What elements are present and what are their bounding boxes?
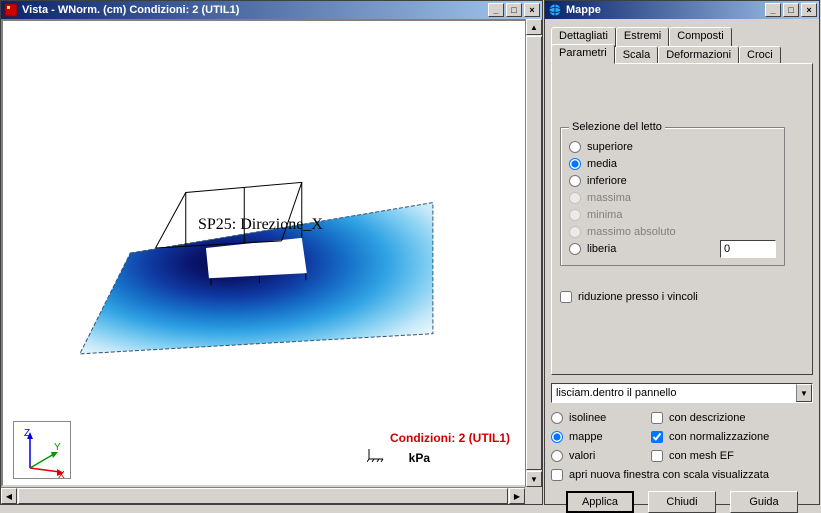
- smoothing-combo[interactable]: lisciam.dentro il pannello ▼: [551, 383, 813, 403]
- group-selezione-letto: Selezione del letto superiore media infe…: [560, 127, 785, 266]
- vista-titlebar[interactable]: Vista - WNorm. (cm) Condizioni: 2 (UTIL1…: [1, 1, 542, 19]
- tabrow-back: Dettagliati Estremi Composti: [551, 25, 813, 45]
- minimize-button[interactable]: _: [488, 3, 504, 17]
- group-title: Selezione del letto: [569, 121, 665, 133]
- plate-canvas: [3, 21, 540, 485]
- horizontal-scroll-thumb[interactable]: [18, 488, 508, 504]
- chiudi-button[interactable]: Chiudi: [648, 491, 716, 513]
- check-mesh-ef[interactable]: con mesh EF: [651, 447, 791, 464]
- globe-icon: [547, 2, 563, 18]
- radio-massimo-absoluto: massimo absoluto: [569, 223, 776, 240]
- mappe-titlebar[interactable]: Mappe _ □ ×: [545, 1, 819, 19]
- display-options-grid: isolinee con descrizione mappe con norma…: [551, 409, 813, 483]
- support-icon: [367, 448, 385, 465]
- axis-gizmo: Z Y X: [13, 421, 71, 479]
- minimize-button[interactable]: _: [765, 3, 781, 17]
- close-button[interactable]: ×: [801, 3, 817, 17]
- radio-massima: massima: [569, 189, 776, 206]
- applica-button[interactable]: Applica: [566, 491, 634, 513]
- check-descrizione[interactable]: con descrizione: [651, 409, 791, 426]
- mappe-title: Mappe: [566, 4, 765, 16]
- scroll-right-button[interactable]: ▶: [509, 488, 525, 504]
- tabrow-front: Parametri Scala Deformazioni Croci: [551, 44, 813, 64]
- mappe-body: Dettagliati Estremi Composti Parametri S…: [545, 19, 819, 504]
- scroll-corner: [525, 487, 542, 504]
- radio-minima: minima: [569, 206, 776, 223]
- liberia-input[interactable]: [720, 240, 776, 258]
- maximize-button[interactable]: □: [506, 3, 522, 17]
- vista-viewport[interactable]: SP25: Direzione_X Condizioni: 2 (UTIL1) …: [1, 19, 542, 487]
- radio-mappe[interactable]: mappe: [551, 428, 651, 445]
- unit-label: kPa: [409, 451, 430, 465]
- horizontal-scrollbar[interactable]: ◀ ▶: [1, 487, 525, 504]
- vertical-scrollbar[interactable]: ▲ ▼: [525, 19, 542, 487]
- scroll-down-button[interactable]: ▼: [526, 471, 542, 487]
- radio-valori[interactable]: valori: [551, 447, 651, 464]
- conditions-label: Condizioni: 2 (UTIL1): [390, 431, 510, 445]
- button-row: Applica Chiudi Guida: [551, 491, 813, 513]
- check-normalizzazione[interactable]: con normalizzazione: [651, 428, 791, 445]
- maximize-button[interactable]: □: [783, 3, 799, 17]
- tab-parametri[interactable]: Parametri: [551, 44, 615, 64]
- guida-button[interactable]: Guida: [730, 491, 798, 513]
- vista-title: Vista - WNorm. (cm) Condizioni: 2 (UTIL1…: [22, 4, 488, 16]
- chevron-down-icon[interactable]: ▼: [796, 384, 812, 402]
- axis-z-label: Z: [24, 428, 30, 439]
- radio-media[interactable]: media: [569, 155, 776, 172]
- mappe-window: Mappe _ □ × Dettagliati Estremi Composti…: [544, 0, 820, 505]
- tab-panel-parametri: Selezione del letto superiore media infe…: [551, 63, 813, 375]
- check-riduzione[interactable]: riduzione presso i vincoli: [560, 288, 804, 305]
- axis-y-label: Y: [54, 442, 61, 453]
- check-nuova-finestra[interactable]: apri nuova finestra con scala visualizza…: [551, 466, 791, 483]
- axis-x-label: X: [58, 470, 65, 480]
- close-button[interactable]: ×: [524, 3, 540, 17]
- vertical-scroll-thumb[interactable]: [526, 36, 542, 470]
- radio-superiore[interactable]: superiore: [569, 138, 776, 155]
- vista-window: Vista - WNorm. (cm) Condizioni: 2 (UTIL1…: [0, 0, 543, 505]
- scroll-up-button[interactable]: ▲: [526, 19, 542, 35]
- radio-inferiore[interactable]: inferiore: [569, 172, 776, 189]
- radio-isolinee[interactable]: isolinee: [551, 409, 651, 426]
- combo-value: lisciam.dentro il pannello: [552, 385, 796, 401]
- scroll-left-button[interactable]: ◀: [1, 488, 17, 504]
- radio-liberia[interactable]: liberia: [569, 240, 616, 257]
- overlay-label: SP25: Direzione_X: [198, 216, 323, 234]
- app-icon: [3, 2, 19, 18]
